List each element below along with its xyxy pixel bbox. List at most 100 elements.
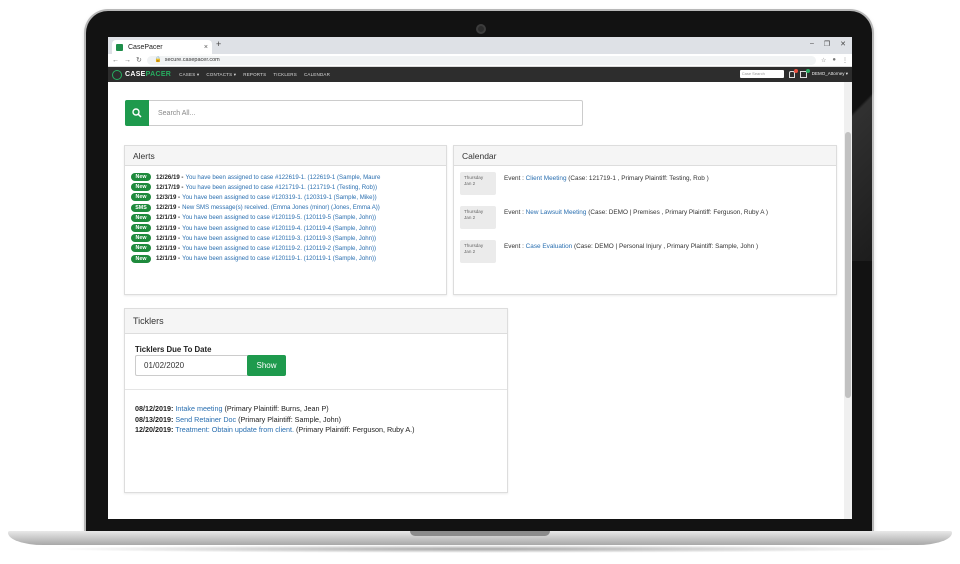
event-date-tag: Thursday Jan 2 <box>460 172 496 195</box>
event-link[interactable]: Case Evaluation <box>526 243 573 250</box>
browser-tab-bar: CasePacer × + – ❐ ✕ <box>108 37 852 54</box>
alert-badge: New <box>131 244 151 253</box>
alert-date: 12/26/19 - <box>156 173 184 181</box>
event-details: (Case: DEMO | Personal Injury , Primary … <box>572 243 759 250</box>
event-date-tag: Thursday Jan 2 <box>460 240 496 263</box>
event-date-tag: Thursday Jan 2 <box>460 206 496 229</box>
alerts-title: Alerts <box>125 146 446 166</box>
event-details: (Case: DEMO | Premises , Primary Plainti… <box>586 209 769 216</box>
alert-date: 12/1/19 - <box>156 224 181 232</box>
alert-link[interactable]: New SMS message(s) received. (Emma Jones… <box>182 204 380 211</box>
alert-badge: New <box>131 173 151 182</box>
laptop-shadow <box>40 545 920 553</box>
nav-reports[interactable]: REPORTS <box>243 72 266 77</box>
scrollbar-thumb[interactable] <box>845 132 851 398</box>
logo-text-case: CASE <box>125 71 146 78</box>
calendar-event: Thursday Jan 2 Event : New Lawsuit Meeting… <box>454 200 836 234</box>
event-link[interactable]: Client Meeting <box>526 175 567 182</box>
tickler-date: 12/20/2019: <box>135 425 174 434</box>
alert-badge: New <box>131 213 151 222</box>
alert-link[interactable]: You have been assigned to case #120119-4… <box>182 225 376 232</box>
profile-icon[interactable]: ● <box>832 57 836 64</box>
main-content: Search All... Alerts New 12/26/19 - You ha… <box>108 82 844 519</box>
ticklers-panel: Ticklers Ticklers Due To Date 01/02/2020… <box>124 308 508 493</box>
minimize-button[interactable]: – <box>810 40 814 48</box>
tickler-link[interactable]: Intake meeting <box>175 404 222 413</box>
tickler-details: (Primary Plaintiff: Burns, Jean P) <box>222 404 329 413</box>
alert-link[interactable]: You have been assigned to case #120119-2… <box>182 245 376 252</box>
alert-item[interactable]: New 12/1/19 - You have been assigned to ca… <box>131 243 446 253</box>
alert-item[interactable]: New 12/1/19 - You have been assigned to ca… <box>131 223 446 233</box>
back-icon[interactable]: ← <box>112 57 119 64</box>
ticklers-title: Ticklers <box>125 309 507 334</box>
menu-icon[interactable]: ⋮ <box>842 57 848 64</box>
alert-item[interactable]: New 12/1/19 - You have been assigned to ca… <box>131 254 446 264</box>
event-date: Jan 2 <box>464 181 476 186</box>
alert-item[interactable]: New 12/26/19 - You have been assigned to c… <box>131 172 446 182</box>
address-actions: ☆ ● ⋮ <box>821 57 848 64</box>
alert-link[interactable]: You have been assigned to case #121719-1… <box>185 184 377 191</box>
event-text: Event : New Lawsuit Meeting (Case: DEMO … <box>504 209 768 216</box>
tickler-date: 08/12/2019: <box>135 404 174 413</box>
alert-item[interactable]: New 12/17/19 - You have been assigned to c… <box>131 182 446 192</box>
logo-text-pacer: PACER <box>145 71 172 78</box>
user-menu[interactable]: DEMO_Attorney ▾ <box>812 71 848 77</box>
ticklers-due-label: Ticklers Due To Date <box>135 345 212 354</box>
calendar-icon[interactable] <box>799 68 810 78</box>
lock-icon: 🔒 <box>154 57 162 63</box>
tickler-date-input[interactable]: 01/02/2020 <box>135 355 249 376</box>
alert-item[interactable]: New 12/1/19 - You have been assigned to ca… <box>131 233 446 243</box>
nav-calendar[interactable]: CALENDAR <box>304 72 330 77</box>
alerts-panel: Alerts New 12/26/19 - You have been assign… <box>124 145 447 295</box>
search-bar[interactable]: Search All... <box>125 99 583 126</box>
event-details: (Case: 121719-1 , Primary Plaintiff: Tes… <box>566 175 709 182</box>
tickler-list: 08/12/2019: Intake meeting (Primary Plai… <box>135 404 415 436</box>
alert-item[interactable]: New 12/3/19 - You have been assigned to ca… <box>131 192 446 202</box>
tab-close-icon[interactable]: × <box>204 44 208 51</box>
event-text: Event : Case Evaluation (Case: DEMO | Pe… <box>504 243 758 250</box>
event-link[interactable]: New Lawsuit Meeting <box>526 209 587 216</box>
nav-cases[interactable]: CASES ▾ <box>179 72 199 78</box>
reload-icon[interactable]: ↻ <box>136 56 142 64</box>
browser-tab[interactable]: CasePacer × <box>112 40 212 54</box>
notification-bell-icon[interactable] <box>788 68 798 78</box>
tickler-link[interactable]: Send Retainer Doc <box>175 415 236 424</box>
alert-item[interactable]: New 12/1/19 - You have been assigned to ca… <box>131 213 446 223</box>
page-scrollbar[interactable] <box>844 82 852 519</box>
event-prefix: Event : <box>504 175 526 182</box>
alert-date: 12/1/19 - <box>156 234 181 242</box>
app-navbar: CASE PACER CASES ▾ CONTACTS ▾ REPORTS TI… <box>108 67 852 82</box>
nav-ticklers[interactable]: TICKLERS <box>273 72 297 77</box>
star-icon[interactable]: ☆ <box>821 57 826 64</box>
event-date: Jan 2 <box>464 215 476 220</box>
alert-link[interactable]: You have been assigned to case #120119-5… <box>182 214 376 221</box>
tickler-date: 08/13/2019: <box>135 414 174 424</box>
search-input[interactable]: Search All... <box>158 110 195 117</box>
show-button[interactable]: Show <box>247 355 286 376</box>
alert-link[interactable]: You have been assigned to case #120119-1… <box>182 255 376 262</box>
tickler-item: 08/13/2019: Send Retainer Doc (Primary P… <box>135 415 415 426</box>
search-button[interactable] <box>125 99 149 126</box>
restore-button[interactable]: ❐ <box>824 40 830 48</box>
alert-link[interactable]: You have been assigned to case #122619-1… <box>185 174 380 181</box>
event-prefix: Event : <box>504 209 526 216</box>
alert-date: 12/17/19 - <box>156 183 184 191</box>
alert-link[interactable]: You have been assigned to case #120319-1… <box>182 194 377 201</box>
alert-item[interactable]: SMS 12/2/19 - New SMS message(s) received.… <box>131 203 446 213</box>
close-window-button[interactable]: ✕ <box>840 40 846 48</box>
alert-badge: New <box>131 224 151 233</box>
alert-date: 12/1/19 - <box>156 214 181 222</box>
nav-contacts[interactable]: CONTACTS ▾ <box>206 72 236 78</box>
case-search-input[interactable]: Case Search <box>739 70 784 78</box>
event-date: Jan 2 <box>464 249 476 254</box>
tickler-link[interactable]: Treatment: Obtain update from client. <box>175 425 294 434</box>
laptop-mockup: CasePacer × + – ❐ ✕ ← → ↻ 🔒 secure.casep… <box>0 0 960 564</box>
alert-link[interactable]: You have been assigned to case #120119-3… <box>182 235 376 242</box>
alert-badge: SMS <box>131 203 151 212</box>
calendar-event: Thursday Jan 2 Event : Client Meeting (Cas… <box>454 166 836 200</box>
new-tab-button[interactable]: + <box>216 39 221 49</box>
alert-badge: New <box>131 254 151 263</box>
alert-badge: New <box>131 234 151 243</box>
forward-icon[interactable]: → <box>124 57 131 64</box>
address-bar[interactable]: 🔒 secure.casepacer.com <box>146 55 816 65</box>
